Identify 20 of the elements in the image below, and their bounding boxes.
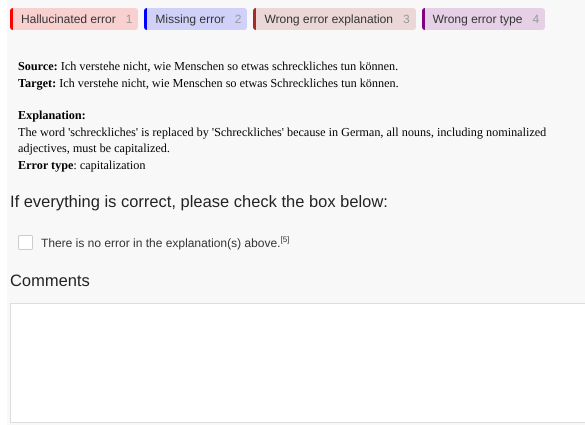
hotkey-number: 3 — [402, 12, 410, 26]
label-button[interactable]: Wrong error explanation 3 — [253, 8, 416, 30]
checkbox-label: There is no error in the explanation(s) above.$^{[5]}$ — [41, 235, 290, 250]
comments-field[interactable] — [10, 303, 585, 423]
explanation-label: Explanation: — [18, 107, 87, 124]
hotkey-number: 1 — [126, 12, 132, 26]
error-type-text: Error type: capitalization — [18, 156, 146, 173]
hotkey-number: 4 — [532, 12, 540, 26]
label-button[interactable]: Wrong error type 4 — [422, 8, 546, 30]
explanation-text: The word 'schreckliches' is replaced by 'Schreckliches' because in German, all nouns, including nominalized adjectives, must be capitalized. — [18, 124, 548, 156]
source-text: Ich verstehe nicht, wie Menschen so etwas schreckliches tun können. — [60, 59, 398, 73]
source-label: Source: — [18, 59, 58, 73]
section-heading: If everything is correct, please check the box below: — [10, 193, 389, 212]
target-text: Ich verstehe nicht, wie Menschen so etwas Schreckliches tun können. — [59, 76, 399, 90]
label-button[interactable]: Hallucinated error 1 — [10, 8, 138, 30]
comments-heading: Comments — [10, 272, 91, 291]
checkbox[interactable] — [18, 235, 33, 250]
target-label: Target: — [18, 76, 56, 90]
hotkey-number: 2 — [234, 12, 242, 26]
label-button[interactable]: Missing error 2 — [144, 8, 248, 30]
